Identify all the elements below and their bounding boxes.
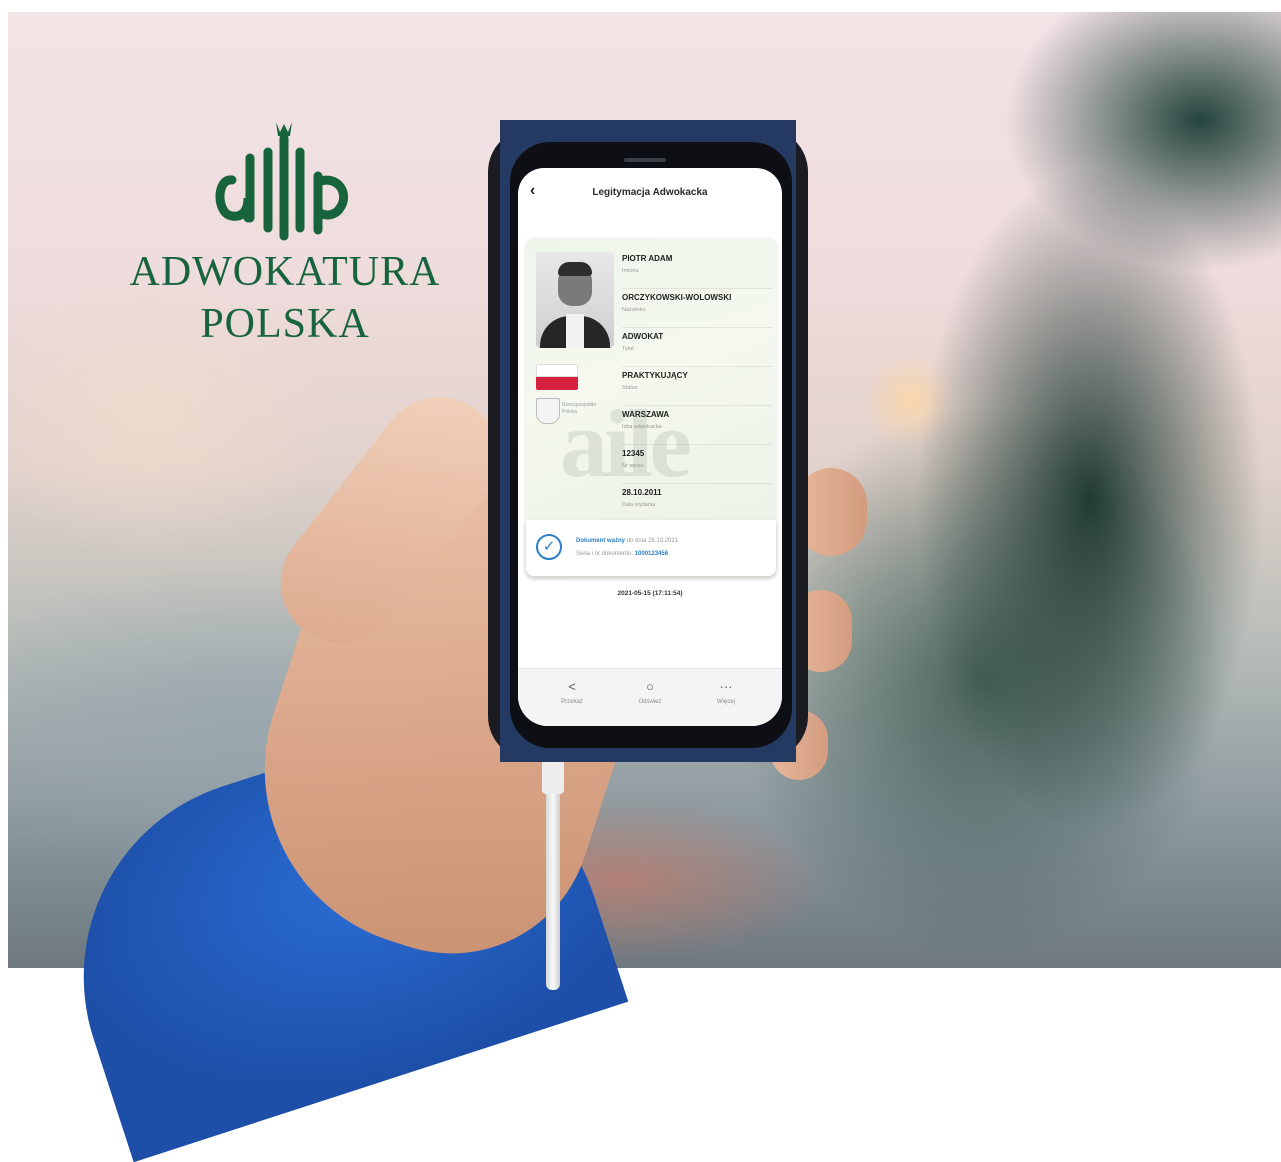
app-header: ‹ Legitymacja Adwokacka [518, 168, 782, 218]
frame-top [0, 0, 1281, 12]
eagle-emblem-icon [536, 398, 560, 424]
field-entry-number: 12345 Nr wpisu [622, 447, 772, 484]
emblem-text: Rzeczpospolita Polska [562, 402, 596, 415]
validity-box: ✓ Dokument ważny do dnia 28.10.2021 Seri… [526, 520, 776, 576]
polish-flag-icon [536, 364, 578, 390]
tab-more[interactable]: ··· Więcej [696, 679, 756, 705]
adwokatura-emblem-icon [215, 122, 349, 241]
portrait-photo [536, 252, 614, 348]
phone-speaker [624, 158, 666, 162]
refresh-timestamp: 2021-05-15 (17:11:54) [617, 590, 683, 597]
field-surname: ORCZYKOWSKI-WOLOWSKI Nazwisko [622, 291, 772, 328]
tab-share[interactable]: < Przekaż [542, 679, 602, 705]
share-icon: < [568, 679, 576, 694]
frame-left [0, 0, 8, 968]
field-issue-date: 28.10.2011 Data wydania [622, 486, 772, 523]
phone-screen: ‹ Legitymacja Adwokacka aile Rzeczpospol… [518, 168, 782, 726]
series-line: Seria i nr dokumentu: 1000123456 [576, 551, 669, 557]
brand-line-2: POLSKA [200, 301, 370, 347]
field-status: PRAKTYKUJĄCY Status [622, 369, 772, 406]
more-icon: ··· [719, 679, 733, 694]
tab-refresh[interactable]: ○ Odśwież [620, 679, 680, 705]
check-circle-icon: ✓ [536, 534, 562, 560]
field-title: ADWOKAT Tytuł [622, 330, 772, 367]
adwokatura-logo: ADWOKATURA POLSKA [100, 118, 470, 350]
field-bar-chamber: WARSZAWA Izba adwokacka [622, 408, 772, 445]
brand-line-1: ADWOKATURA [129, 249, 441, 295]
cable-plug [542, 758, 564, 794]
field-first-names: PIOTR ADAM Imiona [622, 252, 772, 289]
validity-line: Dokument ważny do dnia 28.10.2021 [576, 538, 679, 544]
card-fields: PIOTR ADAM Imiona ORCZYKOWSKI-WOLOWSKI N… [622, 252, 772, 525]
screen-title: Legitymacja Adwokacka [592, 187, 708, 198]
refresh-icon: ○ [646, 679, 654, 694]
bottom-tab-bar: < Przekaż ○ Odśwież ··· Więcej [518, 668, 782, 726]
charging-cable [546, 760, 560, 990]
